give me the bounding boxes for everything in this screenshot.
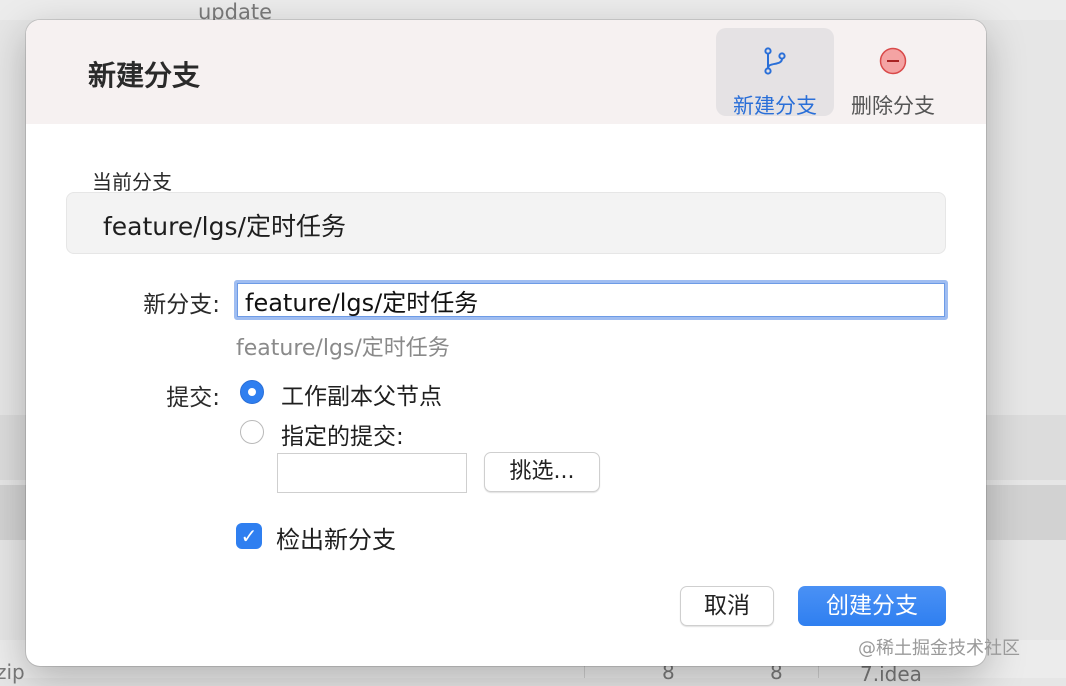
radio-working-copy-parent[interactable] <box>240 380 264 404</box>
toolbar-new-branch-label: 新建分支 <box>733 94 817 118</box>
new-branch-dialog: 新建分支 新建分支 删除分支 当前分支 feature/lgs/定时任务 新分支… <box>26 20 986 666</box>
toolbar-new-branch-button[interactable]: 新建分支 <box>716 28 834 118</box>
new-branch-input[interactable] <box>234 280 948 320</box>
checkout-label[interactable]: 检出新分支 <box>276 520 396 555</box>
current-branch-field: feature/lgs/定时任务 <box>66 192 946 254</box>
radio-specified-commit[interactable] <box>240 420 264 444</box>
checkout-checkbox[interactable]: ✓ <box>236 523 262 549</box>
commit-input[interactable] <box>277 453 467 493</box>
pick-commit-button[interactable]: 挑选... <box>484 452 600 492</box>
toolbar-delete-branch-button[interactable]: 删除分支 <box>834 28 952 118</box>
background-top-bar <box>0 0 1066 20</box>
radio-working-copy-parent-label[interactable]: 工作副本父节点 <box>281 377 442 411</box>
watermark-text: @稀土掘金技术社区 <box>858 638 1020 659</box>
dialog-title: 新建分支 <box>88 59 201 92</box>
radio-specified-commit-label[interactable]: 指定的提交: <box>281 417 404 451</box>
current-branch-label: 当前分支 <box>92 170 172 194</box>
background-filename: zip <box>0 660 25 684</box>
new-branch-label: 新分支: <box>143 292 220 318</box>
toolbar-delete-branch-label: 删除分支 <box>851 94 935 118</box>
create-branch-button[interactable]: 创建分支 <box>798 586 946 626</box>
cancel-button[interactable]: 取消 <box>680 586 774 626</box>
remove-circle-icon <box>879 47 907 75</box>
new-branch-hint: feature/lgs/定时任务 <box>236 336 450 361</box>
current-branch-value: feature/lgs/定时任务 <box>103 212 346 241</box>
commit-label: 提交: <box>166 385 220 411</box>
dialog-header: 新建分支 新建分支 删除分支 <box>26 20 986 124</box>
branch-icon <box>764 47 786 75</box>
